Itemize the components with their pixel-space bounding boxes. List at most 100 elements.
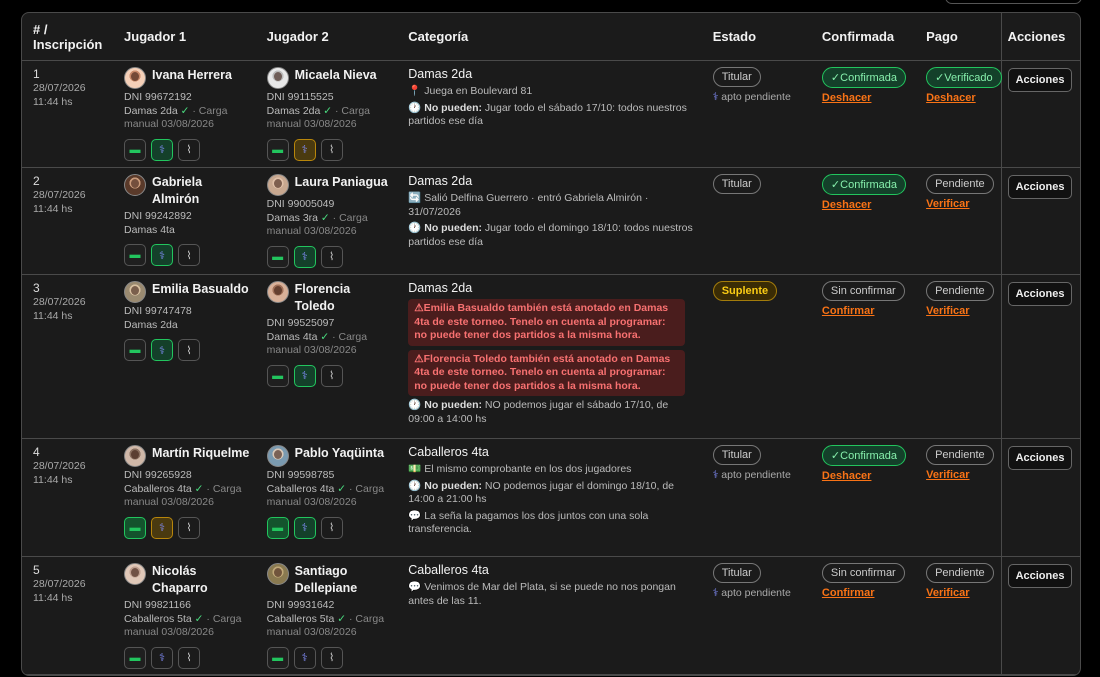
medical-icon[interactable]: ⚕ <box>293 245 316 268</box>
player-name[interactable]: Micaela Nieva <box>295 67 377 84</box>
medical-icon[interactable]: ⚕ <box>151 138 174 161</box>
cell-actions: Acciones <box>1000 60 1080 168</box>
cash-icon[interactable]: ▬ <box>124 339 147 361</box>
payment-toggle-link[interactable]: Verificar <box>926 469 994 481</box>
confirm-toggle-link[interactable]: Confirmar <box>822 305 909 317</box>
player-dni: DNI 99747478 <box>124 305 192 317</box>
medical-icon[interactable]: ⚕ <box>151 244 174 266</box>
check-icon: ✓ <box>194 482 204 495</box>
category-note: 📍 Juega en Boulevard 81 <box>408 85 695 99</box>
medical-icon[interactable]: ⚕ <box>151 646 174 669</box>
check-icon: ✓ <box>180 104 190 117</box>
avatar <box>266 67 289 89</box>
avatar <box>266 445 289 467</box>
player-name[interactable]: Martín Riquelme <box>152 445 249 462</box>
medical-icon[interactable]: ⚕ <box>151 516 174 539</box>
confirmed-badge: ✓Confirmada <box>821 67 906 88</box>
paperclip-icon[interactable]: ⌇ <box>178 244 201 266</box>
player-dni: DNI 99598785 <box>266 469 335 481</box>
medical-icon[interactable]: ⚕ <box>293 516 316 539</box>
paperclip-icon[interactable]: ⌇ <box>320 245 343 268</box>
medical-icon[interactable]: ⚕ <box>151 339 174 361</box>
medical-icon[interactable]: ⚕ <box>293 364 316 387</box>
player-info: DNI 99821166 Caballeros 5ta ✓ · Carga man… <box>124 599 250 640</box>
confirm-toggle-link[interactable]: Deshacer <box>822 92 909 104</box>
medical-icon[interactable]: ⚕ <box>293 138 316 161</box>
cell-player1: Ivana Herrera DNI 99672192 Damas 2da ✓ · C… <box>113 60 256 168</box>
paperclip-icon[interactable]: ⌇ <box>320 646 343 669</box>
player-name[interactable]: Nicolás Chaparro <box>152 563 250 597</box>
paperclip-icon[interactable]: ⌇ <box>320 138 343 161</box>
cash-icon[interactable]: ▬ <box>124 516 147 539</box>
player-info: DNI 99598785 Caballeros 4ta ✓ · Carga man… <box>267 469 392 510</box>
cash-icon[interactable]: ▬ <box>266 364 289 387</box>
note-label: No pueden: <box>424 399 485 411</box>
cell-player1: Emilia Basualdo DNI 99747478 Damas 2da ▬ ⚕ ⌇ <box>113 274 256 439</box>
paperclip-icon[interactable]: ⌇ <box>178 138 201 161</box>
player-info: DNI 99672192 Damas 2da ✓ · Carga manual 0… <box>124 91 250 132</box>
confirmed-badge: ✓Confirmada <box>821 174 906 195</box>
category-name: Damas 2da <box>408 67 473 81</box>
payment-badge: ✓Verificado <box>926 67 1002 88</box>
header-payment: Pago <box>915 13 1002 61</box>
payment-toggle-link[interactable]: Verificar <box>926 305 994 317</box>
actions-button[interactable]: Acciones <box>1007 68 1073 92</box>
category-note: 🔄 Salió Delfina Guerrero · entró Gabriel… <box>408 192 695 219</box>
cash-icon[interactable]: ▬ <box>124 244 147 266</box>
confirm-toggle-link[interactable]: Deshacer <box>822 470 909 482</box>
avatar <box>124 563 147 585</box>
player-dni: DNI 99242892 <box>124 210 192 222</box>
medical-icon[interactable]: ⚕ <box>293 646 316 669</box>
player-name[interactable]: Gabriela Almirón <box>152 174 250 208</box>
paperclip-icon[interactable]: ⌇ <box>320 516 343 539</box>
confirm-toggle-link[interactable]: Confirmar <box>822 587 909 599</box>
actions-button[interactable]: Acciones <box>1007 175 1073 199</box>
payment-badge: Pendiente <box>926 174 994 194</box>
player-name[interactable]: Emilia Basualdo <box>152 281 249 298</box>
payment-toggle-link[interactable]: Deshacer <box>926 92 994 104</box>
paperclip-icon[interactable]: ⌇ <box>178 516 201 539</box>
player-name[interactable]: Florencia Toledo <box>295 281 392 315</box>
player-info: DNI 99242892 Damas 4ta <box>124 210 250 237</box>
duplicate-warning: ⚠Florencia Toledo también está anotado e… <box>408 349 686 396</box>
cash-icon[interactable]: ▬ <box>266 245 289 268</box>
cell-payment: ✓Verificado Deshacer <box>915 60 1002 168</box>
cell-num: 2 28/07/2026 11:44 hs <box>22 167 114 275</box>
cash-icon[interactable]: ▬ <box>266 138 289 161</box>
player-name[interactable]: Ivana Herrera <box>152 67 232 84</box>
player-category: Caballeros 4ta <box>124 482 192 495</box>
cash-icon[interactable]: ▬ <box>266 646 289 669</box>
cell-num: 5 28/07/2026 11:44 hs <box>22 556 114 675</box>
cash-icon[interactable]: ▬ <box>266 516 289 539</box>
paperclip-icon[interactable]: ⌇ <box>320 364 343 387</box>
actions-button[interactable]: Acciones <box>1007 446 1073 470</box>
paperclip-icon[interactable]: ⌇ <box>178 646 201 669</box>
player-header: Santiago Dellepiane <box>266 563 392 597</box>
player-info: DNI 99747478 Damas 2da <box>124 305 250 332</box>
row-number: 5 <box>33 563 40 577</box>
row-number: 1 <box>33 67 40 81</box>
player-name[interactable]: Laura Paniagua <box>295 174 388 191</box>
duplicate-warning: ⚠Emilia Basualdo también está anotado en… <box>408 299 686 346</box>
check-icon: ✓ <box>323 104 333 117</box>
check-icon: ✓ <box>337 482 347 495</box>
player-dni: DNI 99672192 <box>124 91 192 103</box>
confirm-toggle-link[interactable]: Deshacer <box>822 199 909 211</box>
actions-button[interactable]: Acciones <box>1007 564 1073 588</box>
cash-icon[interactable]: ▬ <box>124 646 147 669</box>
cell-num: 4 28/07/2026 11:44 hs <box>22 438 114 557</box>
payment-toggle-link[interactable]: Verificar <box>926 587 994 599</box>
cash-icon[interactable]: ▬ <box>124 138 147 161</box>
player-name[interactable]: Santiago Dellepiane <box>295 563 392 597</box>
header-status: Estado <box>701 13 811 61</box>
cell-confirmed: ✓Confirmada Deshacer <box>810 60 916 168</box>
paperclip-icon[interactable]: ⌇ <box>178 339 201 361</box>
payment-toggle-link[interactable]: Verificar <box>926 198 994 210</box>
actions-button[interactable]: Acciones <box>1007 282 1073 306</box>
category-note: 💬 La seña la pagamos los dos juntos con … <box>408 510 695 537</box>
player-name[interactable]: Pablo Yaqüinta <box>295 445 384 462</box>
avatar <box>124 174 147 196</box>
note-label: No pueden: <box>424 222 485 234</box>
player-docs: ▬ ⚕ ⌇ <box>266 138 392 161</box>
top-search-box[interactable] <box>945 0 1082 4</box>
